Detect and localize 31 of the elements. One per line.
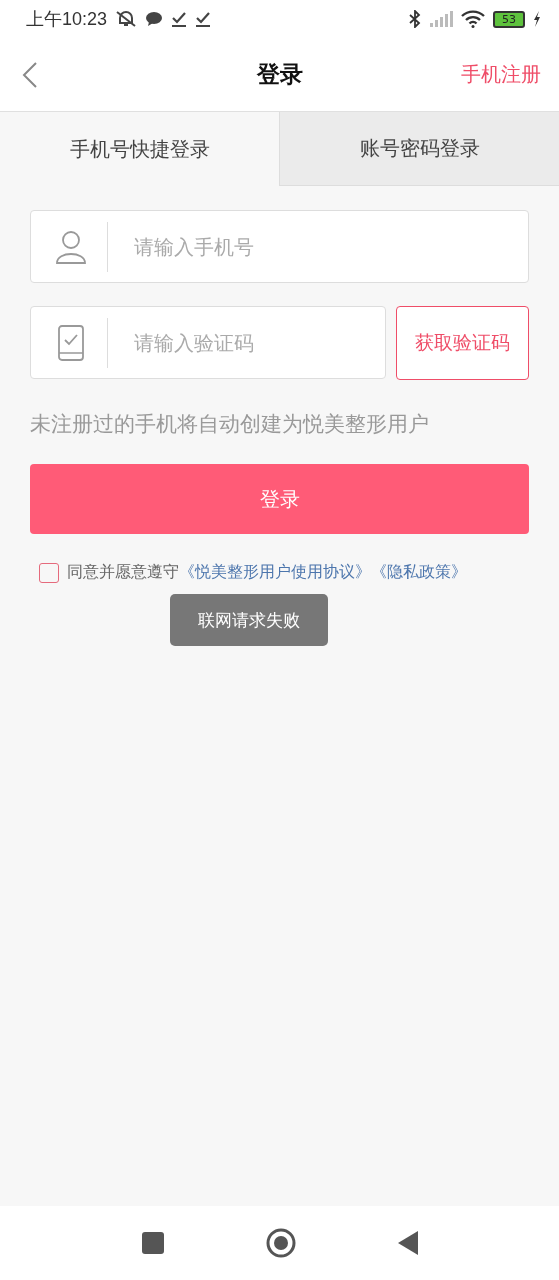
agreement-checkbox[interactable]: [39, 562, 59, 583]
phone-field[interactable]: 请输入手机号: [30, 210, 529, 283]
check-icon: [171, 11, 188, 27]
charging-icon: [533, 11, 541, 27]
bluetooth-icon: [409, 10, 421, 28]
chat-icon: [145, 11, 164, 27]
home-icon[interactable]: [264, 1227, 297, 1259]
signal-icon: [429, 11, 453, 27]
login-tab[interactable]: 账号密码登录: [279, 112, 559, 186]
page-title: 登录: [256, 60, 303, 89]
battery-indicator: 53: [493, 10, 525, 28]
check-icon: [195, 11, 212, 27]
hint-text: 未注册过的手机将自动创建为悦美整形用户: [30, 411, 430, 438]
person-icon: [55, 228, 87, 265]
code-field[interactable]: 请输入验证码: [30, 306, 386, 379]
agreement-link[interactable]: 《隐私政策》: [371, 562, 467, 583]
square-icon[interactable]: [140, 1231, 165, 1255]
wifi-icon: [461, 10, 485, 28]
phone-check-icon: [55, 324, 87, 361]
code-input[interactable]: 请输入验证码: [132, 329, 385, 356]
status-time: 上午10:23: [26, 8, 108, 31]
agreement-link[interactable]: 《悦美整形用户使用协议》: [179, 562, 371, 583]
bell-muted-icon: [115, 10, 138, 28]
get-code-button[interactable]: 获取验证码: [396, 306, 529, 380]
login-button[interactable]: 登录: [30, 464, 529, 534]
toast: 联网请求失败: [170, 594, 328, 646]
back-triangle-icon[interactable]: [396, 1230, 419, 1256]
phone-input[interactable]: 请输入手机号: [132, 233, 528, 260]
agreement-text: 同意并愿意遵守: [67, 562, 179, 583]
register-link[interactable]: 手机注册: [461, 61, 541, 88]
back-icon[interactable]: [22, 60, 38, 89]
